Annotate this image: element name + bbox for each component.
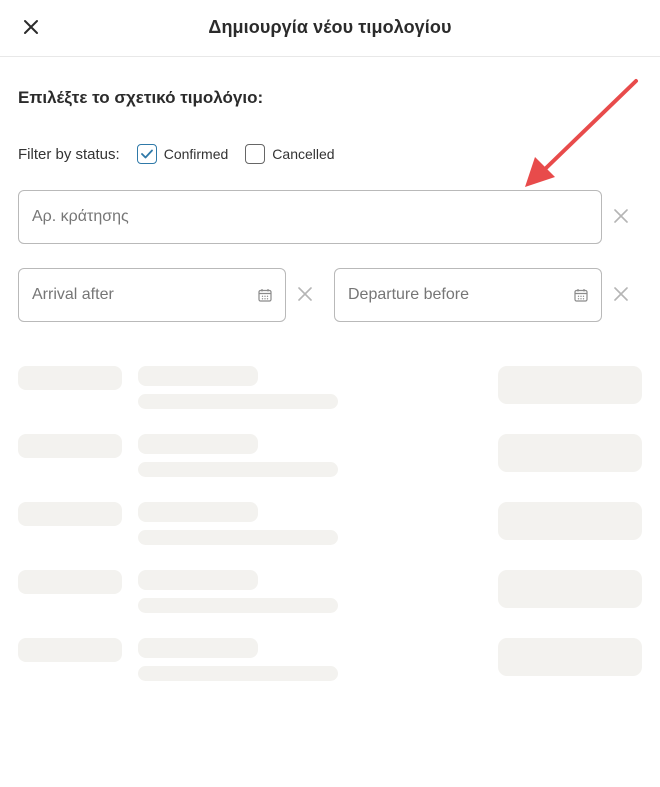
filter-label: Filter by status: [18,145,120,163]
skeleton-block [18,366,122,390]
skeleton-block [18,434,122,458]
calendar-icon[interactable] [258,288,272,302]
clear-departure-button[interactable] [612,285,630,303]
skeleton-block [138,502,258,522]
skeleton-block [498,502,642,540]
skeleton-block [138,394,338,409]
confirmed-checkbox[interactable] [136,144,157,164]
skeleton-block [498,570,642,608]
modal-header: Δημιουργία νέου τιμολογίου [0,0,660,57]
clear-icon [298,287,312,301]
booking-number-input[interactable]: Αρ. κράτησης [18,190,602,244]
section-heading: Επιλέξτε το σχετικό τιμολόγιο: [18,88,264,107]
skeleton-block [138,570,258,590]
skeleton-block [18,638,122,662]
calendar-icon[interactable] [574,288,588,302]
skeleton-block [18,570,122,594]
cancelled-checkbox[interactable] [245,144,266,164]
status-filter: Filter by status: Confirmed Cancelled [18,143,352,165]
filter-confirmed[interactable]: Confirmed [136,144,229,164]
clear-arrival-button[interactable] [296,285,314,303]
skeleton-block [498,366,642,404]
skeleton-block [138,598,338,613]
skeleton-block [138,366,258,386]
skeleton-block [138,638,258,658]
arrival-after-placeholder: Arrival after [32,286,114,303]
clear-icon [614,287,628,301]
create-invoice-modal: Δημιουργία νέου τιμολογίου Επιλέξτε το σ… [0,0,660,787]
skeleton-block [138,530,338,545]
booking-number-placeholder: Αρ. κράτησης [32,208,129,225]
arrival-after-input[interactable]: Arrival after [18,268,286,322]
checkmark-icon [140,149,153,159]
modal-title: Δημιουργία νέου τιμολογίου [208,17,452,37]
confirmed-label: Confirmed [163,146,229,162]
skeleton-block [138,434,258,454]
skeleton-block [138,462,338,477]
departure-before-input[interactable]: Departure before [334,268,602,322]
clear-icon [614,209,628,223]
skeleton-block [498,434,642,472]
skeleton-block [138,666,338,681]
cancelled-label: Cancelled [272,146,335,162]
departure-before-placeholder: Departure before [348,286,469,303]
clear-booking-number-button[interactable] [612,207,630,225]
skeleton-block [18,502,122,526]
filter-cancelled[interactable]: Cancelled [245,144,335,164]
skeleton-block [498,638,642,676]
